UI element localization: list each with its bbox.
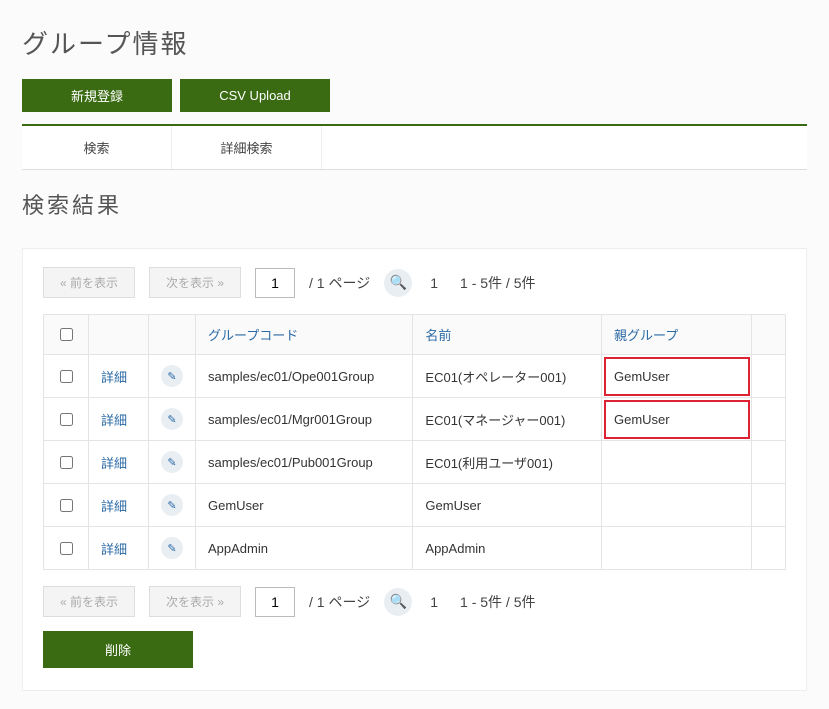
table-row: 詳細 ✎ GemUserGemUser (44, 484, 786, 527)
table-row: 詳細 ✎ samples/ec01/Mgr001GroupEC01(マネージャー00… (44, 398, 786, 441)
new-register-button[interactable]: 新規登録 (22, 79, 172, 112)
table-row: 詳細 ✎ samples/ec01/Pub001GroupEC01(利用ユーザ001… (44, 441, 786, 484)
search-icon: 🔍 (390, 593, 407, 610)
search-icon: 🔍 (390, 274, 407, 291)
page-stats-bottom: 1 - 5件 / 5件 (460, 592, 535, 612)
cell-code: samples/ec01/Ope001Group (196, 355, 413, 398)
pager-top: « 前を表示 次を表示 » / 1 ページ 🔍 1 1 - 5件 / 5件 (43, 267, 786, 298)
row-checkbox[interactable] (60, 413, 73, 426)
page-of-label: / 1 ページ (309, 273, 370, 293)
cell-parent (602, 527, 752, 570)
next-page-button[interactable]: 次を表示 » (149, 267, 241, 298)
cell-name: GemUser (413, 484, 602, 527)
results-table: グループコード 名前 親グループ 詳細 ✎ samples/ec01/Ope001G… (43, 314, 786, 570)
cell-parent (602, 484, 752, 527)
cell-code: samples/ec01/Mgr001Group (196, 398, 413, 441)
col-header-parent[interactable]: 親グループ (602, 315, 752, 355)
tab-search[interactable]: 検索 (22, 126, 172, 169)
cell-code: samples/ec01/Pub001Group (196, 441, 413, 484)
current-page-label-bottom: 1 (430, 594, 438, 610)
pencil-icon[interactable]: ✎ (161, 451, 183, 473)
cell-parent: GemUser (602, 355, 752, 398)
cell-trail (752, 441, 786, 484)
cell-trail (752, 484, 786, 527)
cell-code: AppAdmin (196, 527, 413, 570)
page-title: グループ情報 (22, 24, 807, 61)
cell-code: GemUser (196, 484, 413, 527)
page-number-input-bottom[interactable] (255, 587, 295, 617)
delete-button[interactable]: 削除 (43, 631, 193, 668)
results-panel: « 前を表示 次を表示 » / 1 ページ 🔍 1 1 - 5件 / 5件 グル… (22, 248, 807, 691)
row-checkbox[interactable] (60, 370, 73, 383)
page-go-button-bottom[interactable]: 🔍 (384, 588, 412, 616)
cell-trail (752, 527, 786, 570)
pencil-icon[interactable]: ✎ (161, 494, 183, 516)
detail-link[interactable]: 詳細 (101, 456, 127, 471)
col-header-check (44, 315, 89, 355)
results-heading: 検索結果 (22, 188, 807, 220)
cell-name: EC01(マネージャー001) (413, 398, 602, 441)
cell-name: EC01(利用ユーザ001) (413, 441, 602, 484)
row-checkbox[interactable] (60, 542, 73, 555)
next-page-button-bottom[interactable]: 次を表示 » (149, 586, 241, 617)
table-row: 詳細 ✎ samples/ec01/Ope001GroupEC01(オペレーター00… (44, 355, 786, 398)
pencil-icon[interactable]: ✎ (161, 537, 183, 559)
col-header-name[interactable]: 名前 (413, 315, 602, 355)
select-all-checkbox[interactable] (60, 328, 73, 341)
pager-bottom: « 前を表示 次を表示 » / 1 ページ 🔍 1 1 - 5件 / 5件 (43, 586, 786, 617)
page-of-label-bottom: / 1 ページ (309, 592, 370, 612)
detail-link[interactable]: 詳細 (101, 370, 127, 385)
tab-advanced-search[interactable]: 詳細検索 (172, 126, 322, 169)
current-page-label: 1 (430, 275, 438, 291)
page-number-input[interactable] (255, 268, 295, 298)
pencil-icon[interactable]: ✎ (161, 408, 183, 430)
tab-bar: 検索 詳細検索 (22, 124, 807, 170)
col-header-trail (752, 315, 786, 355)
cell-name: AppAdmin (413, 527, 602, 570)
page-stats: 1 - 5件 / 5件 (460, 273, 535, 293)
detail-link[interactable]: 詳細 (101, 542, 127, 557)
detail-link[interactable]: 詳細 (101, 499, 127, 514)
col-header-edit (149, 315, 196, 355)
col-header-detail (89, 315, 149, 355)
cell-name: EC01(オペレーター001) (413, 355, 602, 398)
row-checkbox[interactable] (60, 499, 73, 512)
table-header-row: グループコード 名前 親グループ (44, 315, 786, 355)
action-button-row: 新規登録 CSV Upload (22, 79, 807, 112)
cell-trail (752, 355, 786, 398)
table-row: 詳細 ✎ AppAdminAppAdmin (44, 527, 786, 570)
cell-parent: GemUser (602, 398, 752, 441)
csv-upload-button[interactable]: CSV Upload (180, 79, 330, 112)
col-header-code[interactable]: グループコード (196, 315, 413, 355)
detail-link[interactable]: 詳細 (101, 413, 127, 428)
cell-trail (752, 398, 786, 441)
prev-page-button[interactable]: « 前を表示 (43, 267, 135, 298)
page-go-button[interactable]: 🔍 (384, 269, 412, 297)
prev-page-button-bottom[interactable]: « 前を表示 (43, 586, 135, 617)
cell-parent (602, 441, 752, 484)
row-checkbox[interactable] (60, 456, 73, 469)
pencil-icon[interactable]: ✎ (161, 365, 183, 387)
